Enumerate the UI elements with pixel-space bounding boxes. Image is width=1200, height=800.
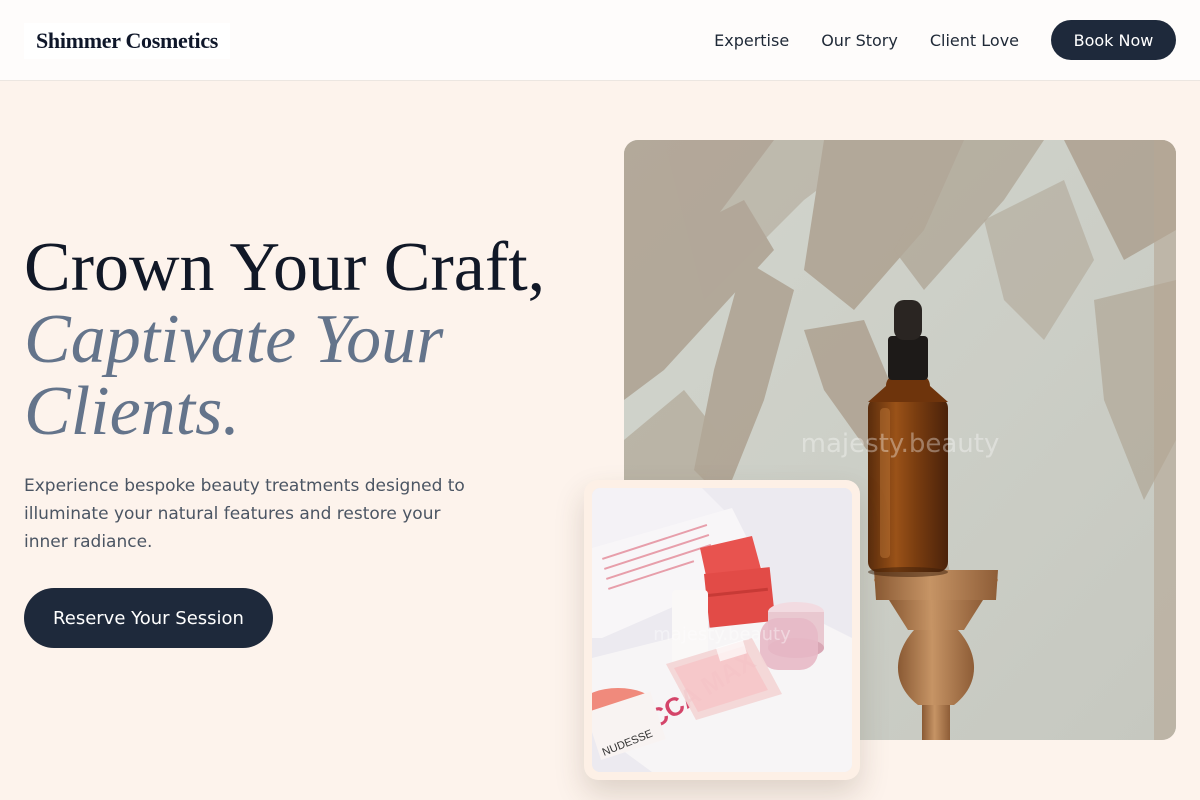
site-header: Shimmer Cosmetics Expertise Our Story Cl… — [0, 0, 1200, 81]
book-now-button[interactable]: Book Now — [1051, 20, 1176, 60]
inset-image-cosmetics-box: MECCA MAX NUDESSE majesty.beauty — [592, 488, 852, 772]
brand-logo[interactable]: Shimmer Cosmetics — [24, 23, 231, 59]
nav-link-client-love[interactable]: Client Love — [930, 31, 1019, 50]
nav-link-expertise[interactable]: Expertise — [714, 31, 789, 50]
hero-title: Crown Your Craft, Captivate Your Clients… — [24, 232, 604, 448]
hero-title-accent-line: Captivate Your — [24, 301, 444, 378]
image-watermark: majesty.beauty — [801, 429, 1000, 459]
hero-title-accent-line: Clients. — [24, 373, 240, 450]
image-watermark: majesty.beauty — [653, 624, 791, 645]
main-nav: Expertise Our Story Client Love Book Now — [714, 0, 1176, 80]
inset-image-card: MECCA MAX NUDESSE majesty.beauty — [584, 480, 860, 780]
hero-title-line: Crown Your Craft, — [24, 229, 546, 306]
reserve-session-button[interactable]: Reserve Your Session — [24, 588, 273, 648]
nav-link-our-story[interactable]: Our Story — [821, 31, 898, 50]
hero-description: Experience bespoke beauty treatments des… — [24, 476, 465, 552]
